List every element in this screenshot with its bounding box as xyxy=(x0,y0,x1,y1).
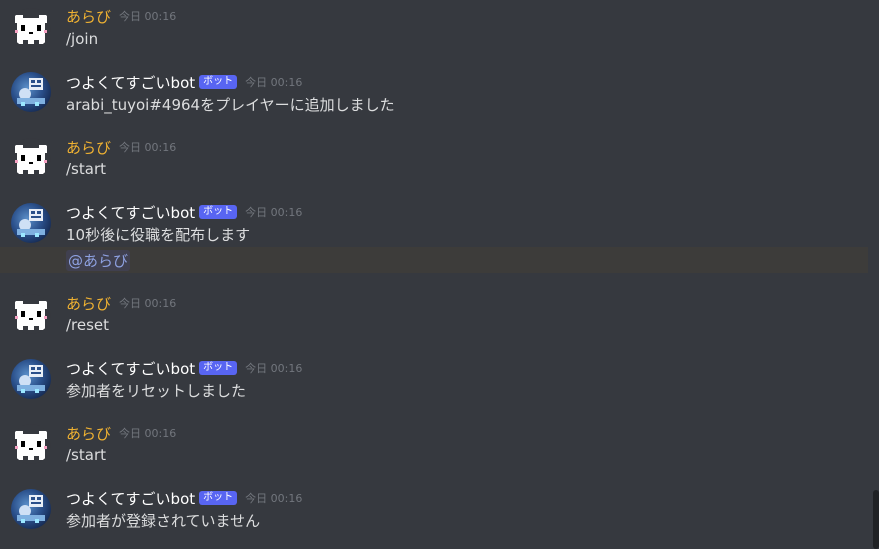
bot-avatar-icon xyxy=(17,365,45,393)
timestamp[interactable]: 今日 00:16 xyxy=(119,8,176,24)
bot-tag: ボット xyxy=(199,75,238,89)
bot-avatar-icon xyxy=(17,78,45,106)
bot-avatar-icon xyxy=(17,209,45,237)
username[interactable]: あらび xyxy=(66,6,111,27)
user-avatar[interactable] xyxy=(11,424,51,464)
user-mention[interactable]: @あらび xyxy=(66,250,131,271)
timestamp[interactable]: 今日 00:16 xyxy=(245,204,302,220)
timestamp[interactable]: 今日 00:16 xyxy=(245,490,302,506)
timestamp[interactable]: 今日 00:16 xyxy=(245,360,302,376)
message-header: つよくてすごいbot ボット 今日 00:16 xyxy=(66,488,302,508)
message-content: /start xyxy=(66,160,106,178)
message-header: つよくてすごいbot ボット 今日 00:16 xyxy=(66,202,302,222)
message-content: 参加者が登録されていません xyxy=(66,512,261,530)
username[interactable]: つよくてすごいbot xyxy=(66,202,195,223)
message-content: /join xyxy=(66,30,99,48)
pixel-ghost-avatar-icon xyxy=(15,15,47,44)
scrollbar-thumb[interactable] xyxy=(873,490,879,549)
username[interactable]: つよくてすごいbot xyxy=(66,488,195,509)
message-content: /start xyxy=(66,446,106,464)
username[interactable]: あらび xyxy=(66,293,111,314)
timestamp[interactable]: 今日 00:16 xyxy=(245,74,302,90)
message-header: あらび 今日 00:16 xyxy=(66,137,176,157)
pixel-ghost-avatar-icon xyxy=(15,431,47,460)
bot-tag: ボット xyxy=(199,205,238,219)
mention-highlight-row: @あらび xyxy=(0,247,868,273)
chat-message-list: あらび 今日 00:16 /join つよくてすごいbot ボット 今日 00:… xyxy=(0,0,879,549)
message-header: つよくてすごいbot ボット 今日 00:16 xyxy=(66,72,302,92)
message-header: あらび 今日 00:16 xyxy=(66,293,176,313)
pixel-ghost-avatar-icon xyxy=(15,145,47,174)
timestamp[interactable]: 今日 00:16 xyxy=(119,295,176,311)
user-avatar[interactable] xyxy=(11,138,51,178)
message-content: 10秒後に役職を配布します xyxy=(66,226,251,244)
username[interactable]: あらび xyxy=(66,423,111,444)
message-content: /reset xyxy=(66,316,110,334)
message-content: arabi_tuyoi#4964をプレイヤーに追加しました xyxy=(66,96,395,114)
username[interactable]: つよくてすごいbot xyxy=(66,72,195,93)
bot-avatar[interactable] xyxy=(11,489,51,529)
user-avatar[interactable] xyxy=(11,8,51,48)
bot-avatar[interactable] xyxy=(11,359,51,399)
message-header: あらび 今日 00:16 xyxy=(66,6,176,26)
bot-tag: ボット xyxy=(199,361,238,375)
username[interactable]: つよくてすごいbot xyxy=(66,358,195,379)
timestamp[interactable]: 今日 00:16 xyxy=(119,139,176,155)
message-header: つよくてすごいbot ボット 今日 00:16 xyxy=(66,358,302,378)
bot-avatar[interactable] xyxy=(11,72,51,112)
message-content: 参加者をリセットしました xyxy=(66,382,247,400)
bot-tag: ボット xyxy=(199,491,238,505)
message-header: あらび 今日 00:16 xyxy=(66,423,176,443)
timestamp[interactable]: 今日 00:16 xyxy=(119,425,176,441)
bot-avatar-icon xyxy=(17,495,45,523)
user-avatar[interactable] xyxy=(11,294,51,334)
username[interactable]: あらび xyxy=(66,137,111,158)
bot-avatar[interactable] xyxy=(11,203,51,243)
pixel-ghost-avatar-icon xyxy=(15,301,47,330)
